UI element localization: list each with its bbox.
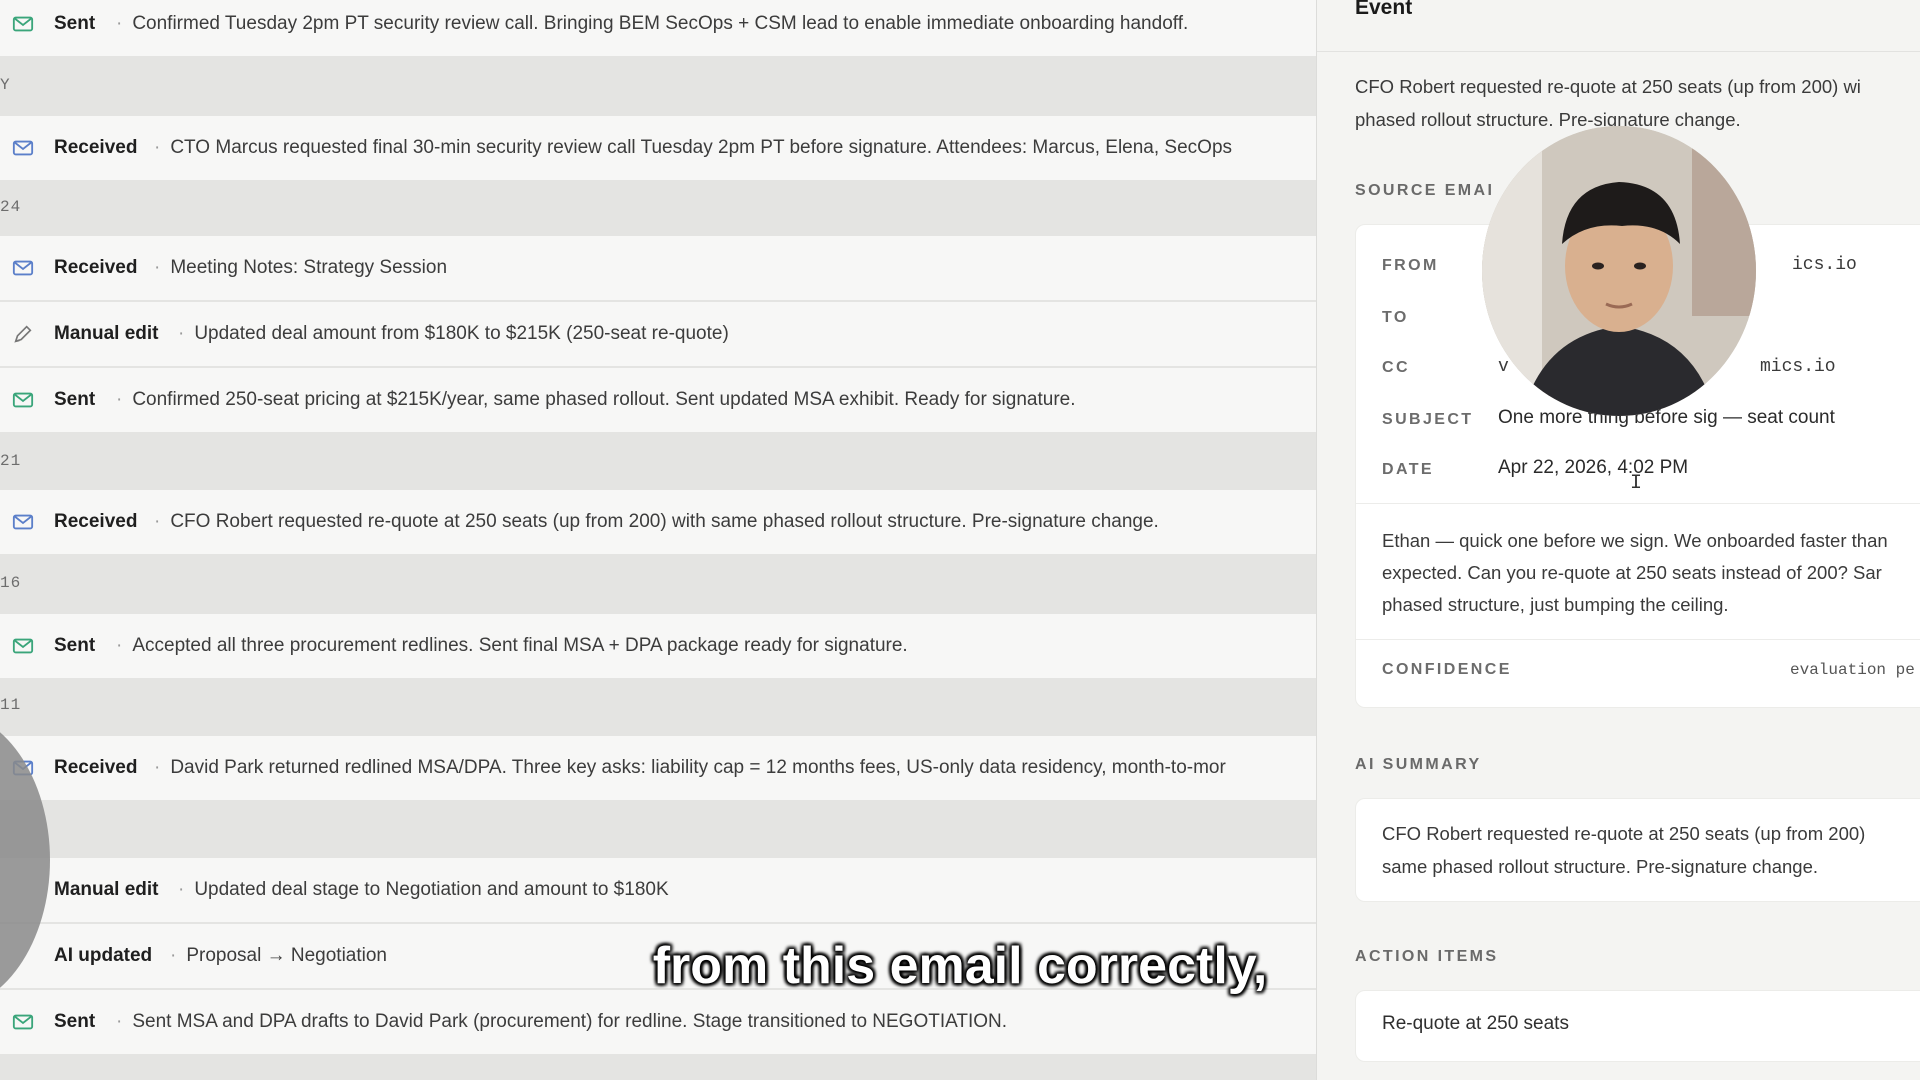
divider	[1356, 503, 1920, 504]
pencil-icon	[14, 325, 32, 343]
date-value: Apr 22, 2026, 4:02 PM	[1498, 457, 1689, 478]
video-caption: from this email correctly,	[652, 937, 1268, 995]
event-kind: Sent	[54, 389, 96, 410]
event-text: · Accepted all three procurement redlines…	[116, 635, 908, 656]
event-kind: Received	[54, 137, 138, 158]
date-label: 16	[0, 574, 22, 592]
event-text: · CTO Marcus requested final 30-min secur…	[154, 137, 1233, 158]
text-cursor-icon: I	[1630, 472, 1643, 495]
timeline-row[interactable]: Sent · Sent MSA and DPA drafts to David P…	[0, 990, 1316, 1054]
confidence-value: evaluation pe	[1790, 661, 1915, 679]
mail-icon	[12, 514, 34, 530]
mail-icon	[12, 260, 34, 276]
event-text: · David Park returned redlined MSA/DPA. T…	[154, 757, 1226, 778]
presenter-avatar	[1482, 126, 1756, 416]
source-email-label: SOURCE EMAI	[1355, 182, 1495, 199]
from-label: FROM	[1382, 257, 1439, 274]
timeline-row[interactable]: Received · CFO Robert requested re-quote …	[0, 490, 1316, 554]
event-kind: Sent	[54, 13, 96, 34]
mail-icon	[12, 392, 34, 408]
timeline-row[interactable]: Sent · Accepted all three procurement red…	[0, 614, 1316, 678]
mail-icon	[12, 140, 34, 156]
event-kind: Manual edit	[54, 879, 159, 900]
date-label: 11	[0, 696, 22, 714]
timeline-row[interactable]: Received · CTO Marcus requested final 30-…	[0, 116, 1316, 180]
event-kind: Sent	[54, 1011, 96, 1032]
event-kind: Received	[54, 757, 138, 778]
event-kind: Received	[54, 257, 138, 278]
timeline-row[interactable]: Sent · Confirmed Tuesday 2pm PT security …	[0, 0, 1316, 56]
timeline-row[interactable]: Received · David Park returned redlined M…	[0, 736, 1316, 800]
timeline-row[interactable]: Sent · Confirmed 250-seat pricing at $215…	[0, 368, 1316, 432]
event-kind: Sent	[54, 635, 96, 656]
event-text: · Confirmed Tuesday 2pm PT security revie…	[116, 13, 1189, 34]
event-text: · CFO Robert requested re-quote at 250 se…	[154, 511, 1159, 532]
event-text: · Sent MSA and DPA drafts to David Park (…	[116, 1011, 1008, 1032]
cc-value-end: mics.io	[1760, 357, 1836, 377]
date-label: Y	[0, 76, 11, 94]
email-body: Ethan — quick one before we sign. We onb…	[1382, 530, 1888, 615]
webcam-overlay	[1482, 126, 1756, 416]
timeline-row[interactable]: Received · Meeting Notes: Strategy Sessio…	[0, 236, 1316, 300]
divider	[1356, 639, 1920, 640]
event-kind: Received	[54, 511, 138, 532]
confidence-label: CONFIDENCE	[1382, 661, 1512, 678]
mail-icon	[12, 16, 34, 32]
panel-title: Event	[1355, 0, 1413, 19]
from-value: ics.io	[1792, 255, 1857, 275]
date-label: 24	[0, 198, 22, 216]
ai-summary-text: CFO Robert requested re-quote at 250 sea…	[1382, 823, 1866, 877]
event-text: · Updated deal amount from $180K to $215K…	[178, 323, 729, 344]
timeline-row[interactable]: Manual edit · Updated deal stage to Negot…	[0, 858, 1316, 922]
timeline-row[interactable]: Manual edit · Updated deal amount from $1…	[0, 302, 1316, 366]
event-text: · Confirmed 250-seat pricing at $215K/yea…	[116, 389, 1076, 410]
subject-value: One more thing before sig — seat count	[1498, 407, 1835, 428]
event-text: · Meeting Notes: Strategy Session	[154, 257, 448, 278]
mail-icon	[12, 638, 34, 654]
date-label: DATE	[1382, 461, 1434, 478]
to-label: TO	[1382, 309, 1409, 326]
event-text: · Updated deal stage to Negotiation and a…	[178, 879, 669, 900]
event-kind: Manual edit	[54, 323, 159, 344]
mail-icon	[12, 1014, 34, 1030]
ai-summary-card: CFO Robert requested re-quote at 250 sea…	[1355, 798, 1920, 902]
action-item-card[interactable]: Re-quote at 250 seats	[1355, 990, 1920, 1062]
activity-timeline: Sent · Confirmed Tuesday 2pm PT security …	[0, 0, 1316, 1080]
cc-value-start: v	[1498, 357, 1509, 377]
cc-label: CC	[1382, 359, 1410, 376]
date-label: 21	[0, 452, 22, 470]
ai-summary-label: AI SUMMARY	[1355, 756, 1482, 773]
subject-label: SUBJECT	[1382, 411, 1474, 428]
action-item: Re-quote at 250 seats	[1382, 1013, 1569, 1034]
